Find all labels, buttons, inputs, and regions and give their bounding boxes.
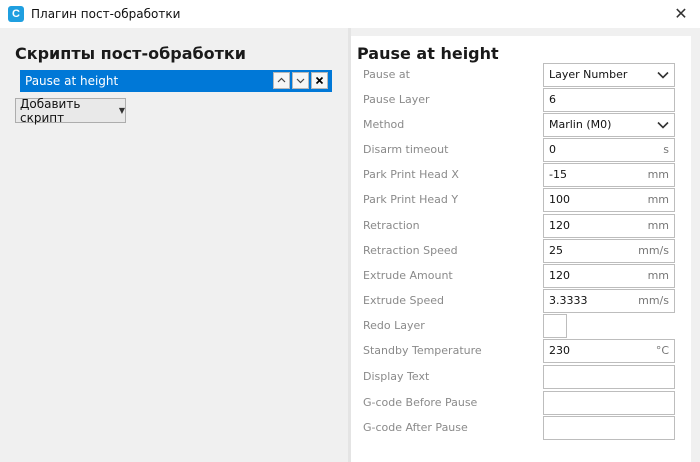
field-value: 120	[549, 219, 570, 232]
setting-label: Park Print Head Y	[363, 193, 459, 206]
gcode-before-pause-input[interactable]	[543, 390, 675, 415]
setting-label: Display Text	[363, 370, 430, 383]
method-select[interactable]: Marlin (M0)	[543, 112, 675, 137]
pause-layer-input[interactable]: 6	[543, 87, 675, 112]
redo-layer-checkbox[interactable]	[543, 313, 567, 338]
extrude-amount-input[interactable]: 120 mm	[543, 263, 675, 288]
retraction-speed-input[interactable]: 25 mm/s	[543, 238, 675, 263]
setting-label: G-code Before Pause	[363, 396, 478, 409]
chevron-down-icon	[657, 71, 669, 79]
disarm-timeout-input[interactable]: 0 s	[543, 137, 675, 162]
field-value: 3.3333	[549, 294, 588, 307]
retraction-input[interactable]: 120 mm	[543, 213, 675, 238]
setting-row: Standby Temperature 230 °C	[351, 338, 691, 363]
add-script-label: Добавить скрипт	[20, 96, 81, 125]
setting-row: G-code After Pause	[351, 415, 691, 440]
setting-label: Retraction	[363, 219, 420, 232]
field-value: 0	[549, 143, 556, 156]
setting-row: G-code Before Pause	[351, 390, 691, 415]
standby-temperature-input[interactable]: 230 °C	[543, 338, 675, 363]
setting-label: Pause at	[363, 68, 410, 81]
field-unit: s	[663, 143, 669, 156]
close-icon[interactable]: ✕	[672, 4, 690, 23]
script-item[interactable]: Pause at height	[20, 70, 332, 92]
window-title: Плагин пост-обработки	[31, 7, 181, 21]
setting-label: Standby Temperature	[363, 344, 482, 357]
select-value: Layer Number	[549, 68, 628, 81]
extrude-speed-input[interactable]: 3.3333 mm/s	[543, 288, 675, 313]
setting-row: Redo Layer	[351, 313, 691, 338]
setting-row: Park Print Head X -15 mm	[351, 162, 691, 187]
setting-row: Extrude Speed 3.3333 mm/s	[351, 288, 691, 313]
setting-row: Retraction 120 mm	[351, 213, 691, 238]
setting-label: Extrude Speed	[363, 294, 444, 307]
setting-row: Pause at Layer Number	[351, 62, 691, 87]
setting-row: Display Text	[351, 364, 691, 389]
pause-at-select[interactable]: Layer Number	[543, 62, 675, 87]
field-unit: mm	[647, 168, 669, 181]
field-unit: mm	[647, 193, 669, 206]
field-unit: mm	[647, 269, 669, 282]
settings-panel: Pause at height Pause at Layer Number Pa…	[351, 36, 691, 462]
chevron-down-icon	[657, 121, 669, 129]
close-icon	[315, 76, 324, 85]
field-unit: mm/s	[638, 294, 669, 307]
dropdown-caret-icon: ▼	[118, 106, 125, 115]
gcode-after-pause-input[interactable]	[543, 415, 675, 440]
setting-label: Disarm timeout	[363, 143, 449, 156]
select-value: Marlin (M0)	[549, 118, 612, 131]
title-bar: C Плагин пост-обработки ✕	[0, 0, 700, 28]
cura-logo-icon: C	[8, 6, 24, 22]
field-value: 6	[549, 93, 556, 106]
setting-label: Method	[363, 118, 405, 131]
park-head-y-input[interactable]: 100 mm	[543, 187, 675, 212]
script-item-label: Pause at height	[25, 74, 119, 88]
settings-heading: Pause at height	[357, 44, 499, 63]
field-unit: °C	[655, 344, 669, 357]
field-value: 100	[549, 193, 570, 206]
park-head-x-input[interactable]: -15 mm	[543, 162, 675, 187]
setting-label: G-code After Pause	[363, 421, 468, 434]
scripts-panel: Скрипты пост-обработки Pause at height Д…	[0, 28, 348, 462]
setting-label: Redo Layer	[363, 319, 425, 332]
setting-label: Extrude Amount	[363, 269, 453, 282]
display-text-input[interactable]	[543, 364, 675, 389]
field-unit: mm	[647, 219, 669, 232]
setting-row: Method Marlin (M0)	[351, 112, 691, 137]
move-up-button[interactable]	[273, 72, 290, 89]
setting-row: Retraction Speed 25 mm/s	[351, 238, 691, 263]
field-unit: mm/s	[638, 244, 669, 257]
setting-row: Extrude Amount 120 mm	[351, 263, 691, 288]
field-value: 230	[549, 344, 570, 357]
setting-label: Pause Layer	[363, 93, 430, 106]
remove-script-button[interactable]	[311, 72, 328, 89]
chevron-up-icon	[277, 77, 286, 83]
setting-row: Pause Layer 6	[351, 87, 691, 112]
scripts-heading: Скрипты пост-обработки	[15, 44, 246, 63]
setting-row: Disarm timeout 0 s	[351, 137, 691, 162]
field-value: 120	[549, 269, 570, 282]
setting-label: Park Print Head X	[363, 168, 459, 181]
move-down-button[interactable]	[292, 72, 309, 89]
setting-label: Retraction Speed	[363, 244, 458, 257]
chevron-down-icon	[296, 78, 305, 84]
add-script-button[interactable]: Добавить скрипт ▼	[15, 96, 126, 125]
setting-row: Park Print Head Y 100 mm	[351, 187, 691, 212]
field-value: 25	[549, 244, 563, 257]
field-value: -15	[549, 168, 567, 181]
